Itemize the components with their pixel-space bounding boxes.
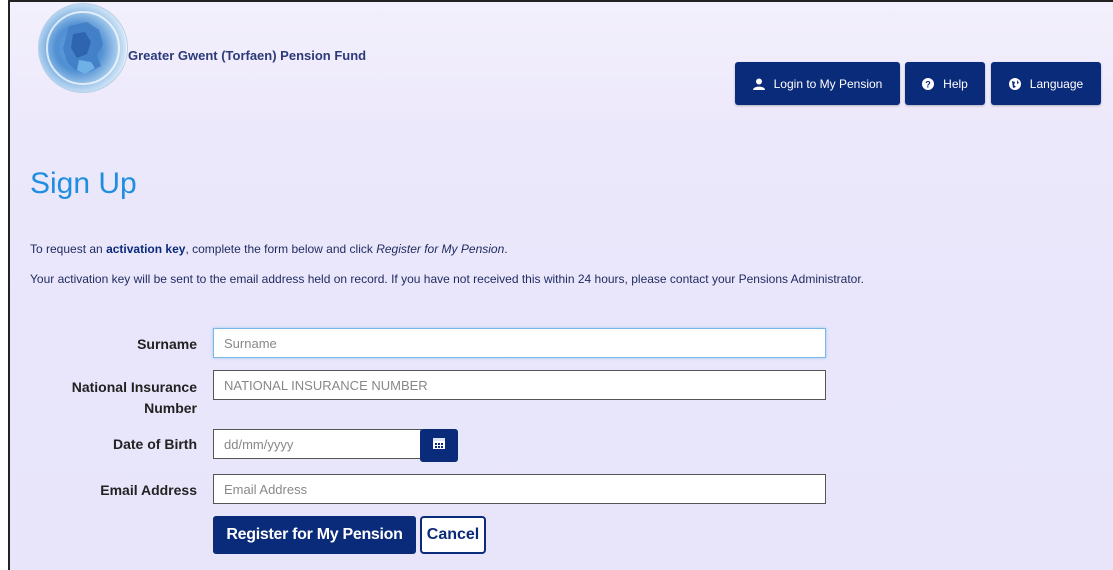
dob-label: Date of Birth — [113, 436, 197, 452]
intro-bold: activation key — [106, 242, 186, 256]
help-button[interactable]: ? Help — [905, 62, 985, 105]
language-button[interactable]: Language — [991, 62, 1101, 105]
globe-icon — [1008, 77, 1021, 90]
cancel-button[interactable]: Cancel — [420, 516, 486, 554]
intro-italic: Register for My Pension — [376, 242, 505, 256]
help-label: Help — [943, 76, 968, 91]
org-name: Greater Gwent (Torfaen) Pension Fund — [128, 48, 367, 63]
intro-suffix: . — [504, 242, 508, 256]
calendar-button[interactable] — [420, 429, 458, 462]
intro-middle: , complete the form below and click — [185, 242, 377, 256]
page-frame: Greater Gwent (Torfaen) Pension Fund Log… — [8, 0, 1113, 570]
login-button[interactable]: Login to My Pension — [735, 62, 900, 105]
svg-text:?: ? — [925, 79, 931, 89]
info-text: Your activation key will be sent to the … — [30, 272, 865, 286]
email-input[interactable] — [213, 474, 826, 504]
language-label: Language — [1029, 76, 1084, 91]
dob-input[interactable] — [213, 429, 422, 459]
ni-label-line2: Number — [144, 400, 197, 416]
register-button[interactable]: Register for My Pension — [213, 516, 416, 554]
question-circle-icon: ? — [922, 77, 935, 90]
ni-label: National Insurance Number — [50, 377, 197, 419]
email-label: Email Address — [100, 482, 197, 498]
intro-prefix: To request an — [30, 242, 107, 256]
calendar-icon — [432, 436, 446, 455]
ni-label-line1: National Insurance — [71, 379, 197, 395]
page-title: Sign Up — [30, 167, 137, 200]
user-icon — [752, 78, 765, 90]
ni-number-input[interactable] — [213, 370, 826, 400]
login-label: Login to My Pension — [773, 76, 883, 91]
fund-logo — [38, 3, 128, 93]
surname-label: Surname — [137, 336, 197, 352]
intro-text: To request an activation key, complete t… — [30, 242, 508, 256]
surname-input[interactable] — [213, 328, 826, 358]
